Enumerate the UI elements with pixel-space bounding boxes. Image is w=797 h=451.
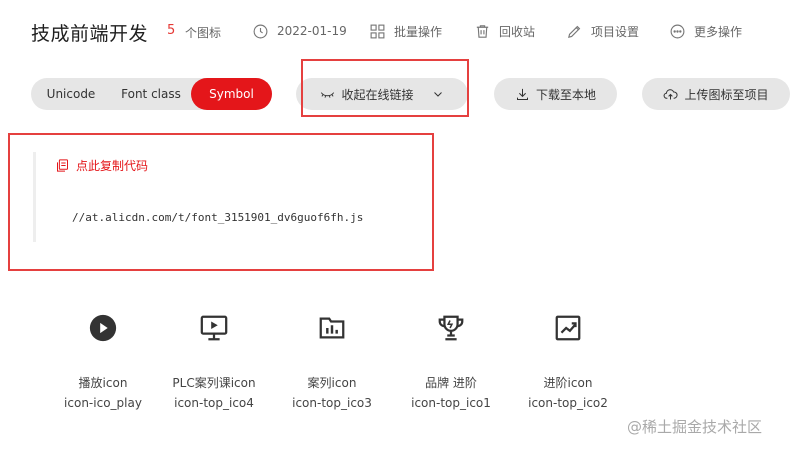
icon-name: 品牌 进阶 [425,376,477,390]
icon-code: icon-top_ico3 [292,396,372,410]
project-settings-label: 项目设置 [591,24,640,39]
format-tabs: Unicode Font class Symbol [31,78,272,110]
tab-font-class[interactable]: Font class [111,78,191,110]
icon-card-top-ico1[interactable]: 品牌 进阶 icon-top_ico1 [392,305,510,415]
trophy-icon [438,315,464,341]
icon-name: 案列icon [307,376,357,390]
trash-label: 回收站 [499,24,536,39]
project-title: 技成前端开发 [31,23,149,45]
video-screen-icon [200,315,228,341]
download-icon [516,88,528,100]
trash-button[interactable]: 回收站 [474,20,535,42]
icon-count-label: 个图标 [185,26,222,40]
batch-operation-button[interactable]: 批量操作 [369,20,442,42]
tab-unicode[interactable]: Unicode [31,78,111,110]
upload-icon-button[interactable]: 上传图标至项目 [642,78,790,110]
pencil-icon [568,25,581,38]
trend-chart-icon [555,315,581,341]
batch-operation-label: 批量操作 [394,24,443,39]
icon-code: icon-ico_play [64,396,142,410]
project-header: 技成前端开发 5 个图标 2022-01-19 批量操作 回收站 项目设置 更多… [0,0,797,64]
grid-icon [370,24,385,38]
download-local-button[interactable]: 下载至本地 [494,78,617,110]
icon-count: 5 [167,23,176,38]
icon-card-play[interactable]: 播放icon icon-ico_play [44,305,162,415]
tab-symbol[interactable]: Symbol [191,78,272,110]
icon-name: 进阶icon [543,376,593,390]
upload-icon-label: 上传图标至项目 [684,87,769,102]
cloud-upload-icon [664,88,679,99]
icon-card-top-ico4[interactable]: PLC案列课icon icon-top_ico4 [155,305,273,415]
ellipsis-circle-icon [670,24,685,38]
clock-icon [253,24,268,38]
icon-code: icon-top_ico1 [411,396,491,410]
icon-card-top-ico3[interactable]: 案列icon icon-top_ico3 [273,305,391,415]
icon-name: 播放icon [78,376,128,390]
download-local-label: 下载至本地 [535,87,596,102]
project-date: 2022-01-19 [252,20,347,42]
watermark: @稀土掘金技术社区 [627,418,763,436]
project-date-text: 2022-01-19 [277,24,347,38]
more-operations-label: 更多操作 [694,24,743,39]
icon-name: PLC案列课icon [172,376,256,390]
icon-code: icon-top_ico2 [528,396,608,410]
play-circle-icon [89,314,117,342]
trash-icon [476,24,489,38]
folder-chart-icon [319,317,345,339]
icon-code: icon-top_ico4 [174,396,254,410]
highlight-box-code [8,133,434,271]
highlight-box-collapse [301,59,469,117]
more-operations-button[interactable]: 更多操作 [669,20,742,42]
project-settings-button[interactable]: 项目设置 [566,20,639,42]
icon-card-top-ico2[interactable]: 进阶icon icon-top_ico2 [509,305,627,415]
